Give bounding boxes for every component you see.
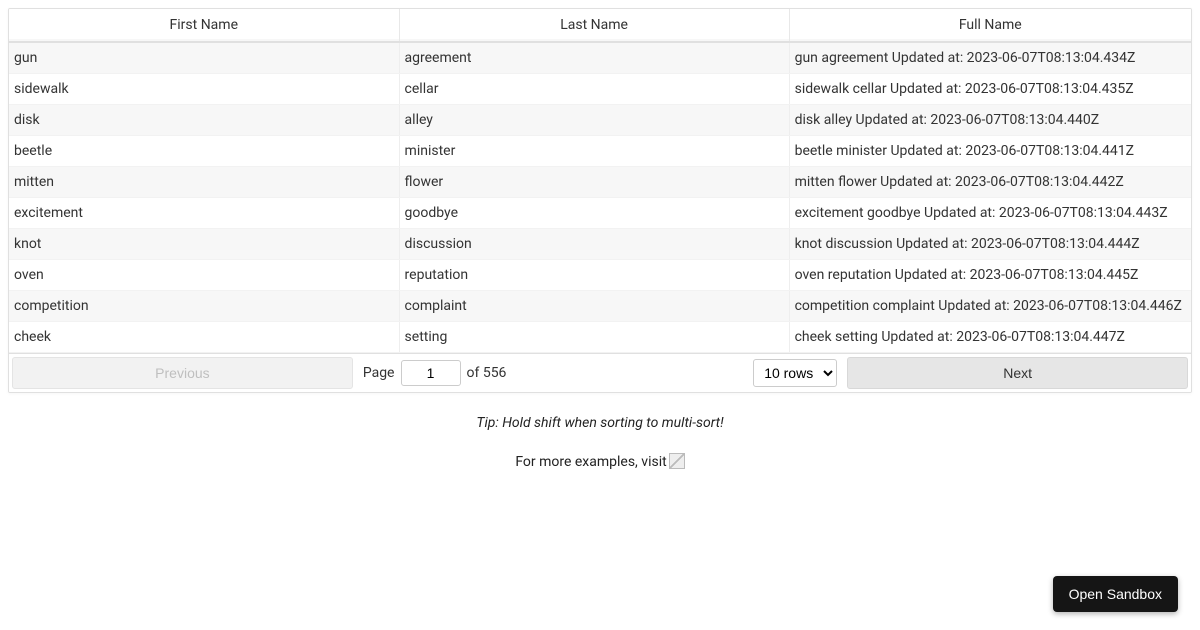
previous-button[interactable]: Previous xyxy=(12,357,353,389)
cell-last-name: minister xyxy=(399,136,789,167)
cell-first-name: gun xyxy=(9,42,399,74)
cell-full-name: sidewalk cellar Updated at: 2023-06-07T0… xyxy=(789,74,1191,105)
cell-last-name: cellar xyxy=(399,74,789,105)
data-table: First Name Last Name Full Name gunagreem… xyxy=(9,9,1191,353)
table-row[interactable]: knotdiscussionknot discussion Updated at… xyxy=(9,229,1191,260)
table-row[interactable]: mittenflowermitten flower Updated at: 20… xyxy=(9,167,1191,198)
cell-first-name: oven xyxy=(9,260,399,291)
cell-full-name: gun agreement Updated at: 2023-06-07T08:… xyxy=(789,42,1191,74)
header-full-name[interactable]: Full Name xyxy=(789,9,1191,42)
table-row[interactable]: cheeksettingcheek setting Updated at: 20… xyxy=(9,322,1191,353)
cell-last-name: goodbye xyxy=(399,198,789,229)
cell-first-name: excitement xyxy=(9,198,399,229)
cell-full-name: competition complaint Updated at: 2023-0… xyxy=(789,291,1191,322)
broken-image-icon xyxy=(669,453,685,469)
cell-first-name: competition xyxy=(9,291,399,322)
cell-first-name: cheek xyxy=(9,322,399,353)
cell-full-name: excitement goodbye Updated at: 2023-06-0… xyxy=(789,198,1191,229)
open-sandbox-button[interactable]: Open Sandbox xyxy=(1053,576,1178,612)
table-row[interactable]: competitioncomplaintcompetition complain… xyxy=(9,291,1191,322)
cell-last-name: discussion xyxy=(399,229,789,260)
table-row[interactable]: diskalleydisk alley Updated at: 2023-06-… xyxy=(9,105,1191,136)
pagination-center: Page of 556 10 rows xyxy=(357,357,843,389)
examples-text: For more examples, visit xyxy=(8,453,1192,470)
tip-text: Tip: Hold shift when sorting to multi-so… xyxy=(8,415,1192,431)
table-header-row: First Name Last Name Full Name xyxy=(9,9,1191,42)
cell-last-name: setting xyxy=(399,322,789,353)
cell-last-name: complaint xyxy=(399,291,789,322)
rows-per-page-select[interactable]: 10 rows xyxy=(753,359,837,387)
cell-last-name: flower xyxy=(399,167,789,198)
cell-first-name: beetle xyxy=(9,136,399,167)
page-label: Page xyxy=(363,365,395,381)
cell-full-name: disk alley Updated at: 2023-06-07T08:13:… xyxy=(789,105,1191,136)
table-row[interactable]: ovenreputationoven reputation Updated at… xyxy=(9,260,1191,291)
table-row[interactable]: gunagreementgun agreement Updated at: 20… xyxy=(9,42,1191,74)
cell-full-name: beetle minister Updated at: 2023-06-07T0… xyxy=(789,136,1191,167)
cell-first-name: mitten xyxy=(9,167,399,198)
page-of-label: of 556 xyxy=(467,365,507,381)
cell-full-name: oven reputation Updated at: 2023-06-07T0… xyxy=(789,260,1191,291)
pagination-bar: Previous Page of 556 10 rows Next xyxy=(9,353,1191,392)
cell-full-name: mitten flower Updated at: 2023-06-07T08:… xyxy=(789,167,1191,198)
data-table-container: First Name Last Name Full Name gunagreem… xyxy=(8,8,1192,393)
cell-first-name: disk xyxy=(9,105,399,136)
cell-first-name: knot xyxy=(9,229,399,260)
header-last-name[interactable]: Last Name xyxy=(399,9,789,42)
page-number-input[interactable] xyxy=(401,360,461,386)
cell-last-name: alley xyxy=(399,105,789,136)
table-row[interactable]: beetleministerbeetle minister Updated at… xyxy=(9,136,1191,167)
cell-full-name: cheek setting Updated at: 2023-06-07T08:… xyxy=(789,322,1191,353)
cell-last-name: agreement xyxy=(399,42,789,74)
cell-last-name: reputation xyxy=(399,260,789,291)
table-row[interactable]: sidewalkcellarsidewalk cellar Updated at… xyxy=(9,74,1191,105)
cell-first-name: sidewalk xyxy=(9,74,399,105)
cell-full-name: knot discussion Updated at: 2023-06-07T0… xyxy=(789,229,1191,260)
examples-label: For more examples, visit xyxy=(515,454,666,470)
table-row[interactable]: excitementgoodbyeexcitement goodbye Upda… xyxy=(9,198,1191,229)
header-first-name[interactable]: First Name xyxy=(9,9,399,42)
next-button[interactable]: Next xyxy=(847,357,1188,389)
